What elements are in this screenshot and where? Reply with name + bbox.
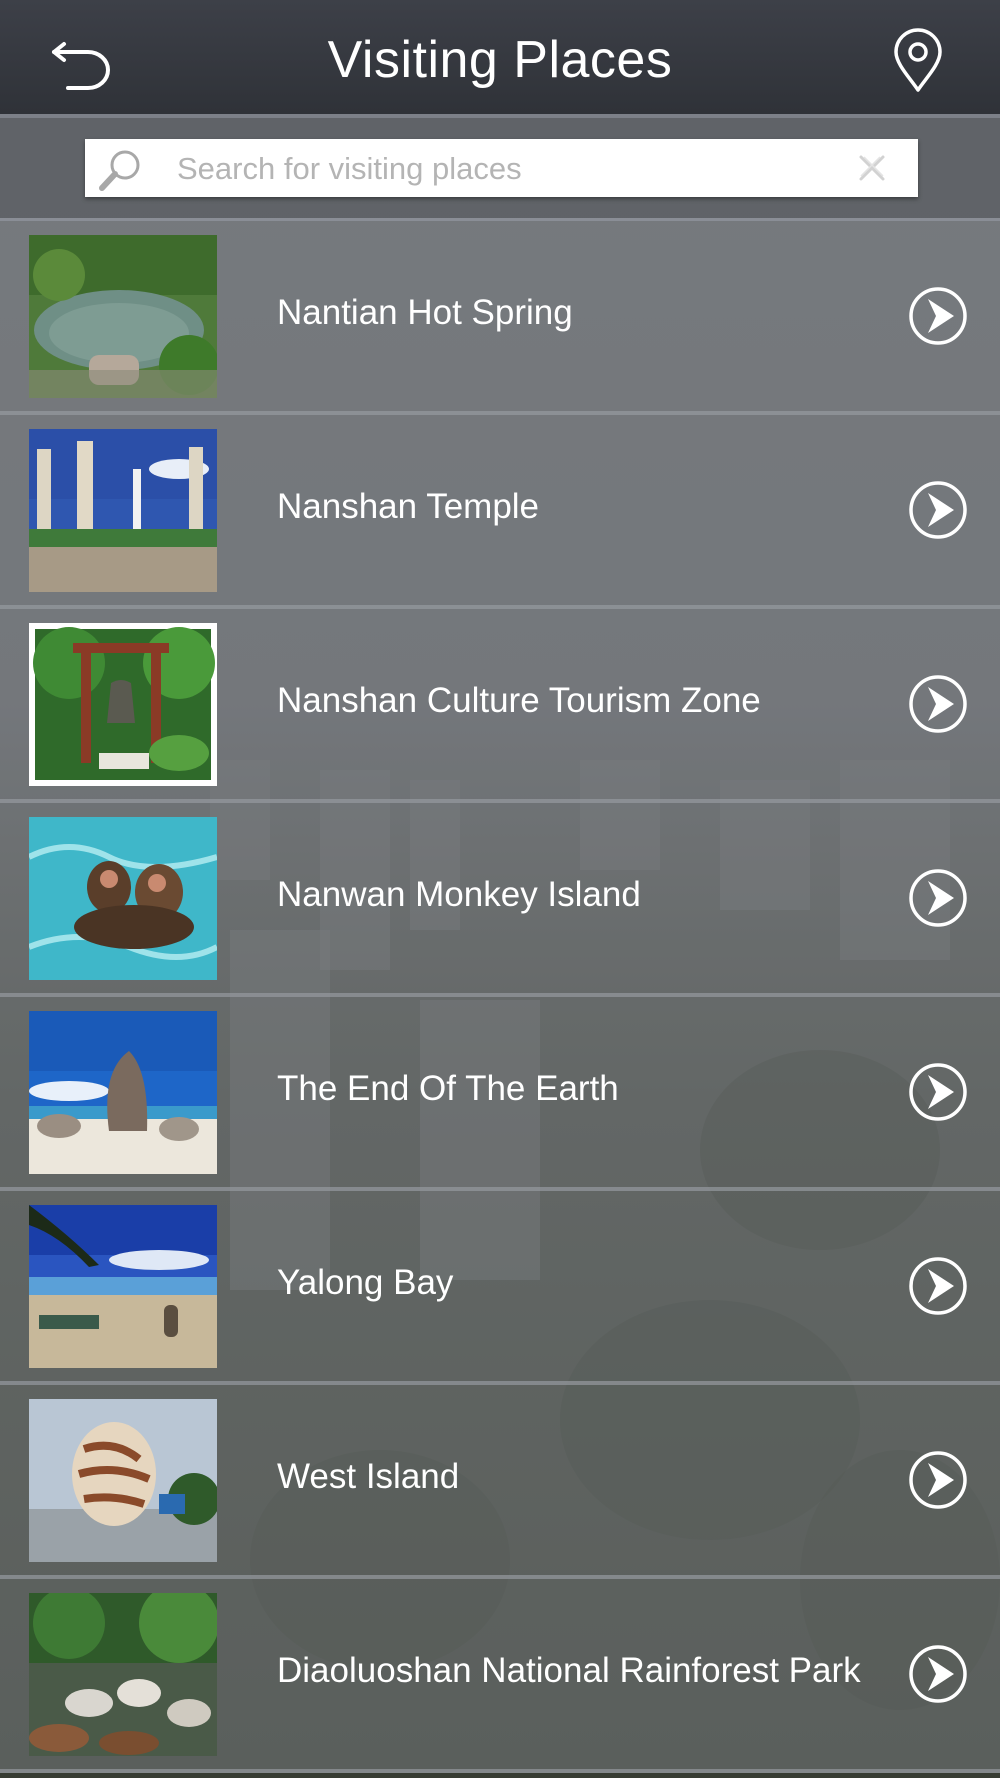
search-input[interactable] xyxy=(175,145,819,193)
chevron-right-icon[interactable] xyxy=(908,480,968,540)
place-thumbnail xyxy=(29,623,217,786)
place-name: Nanshan Temple xyxy=(277,487,540,526)
list-item[interactable]: Nanshan Culture Tourism Zone xyxy=(0,609,1000,803)
clear-search-icon[interactable] xyxy=(855,151,889,185)
map-pin-icon[interactable] xyxy=(890,28,946,92)
chevron-right-icon[interactable] xyxy=(908,868,968,928)
chevron-right-icon[interactable] xyxy=(908,286,968,346)
app-header: Visiting Places xyxy=(0,0,1000,118)
list-item[interactable]: The End Of The Earth xyxy=(0,997,1000,1191)
place-thumbnail xyxy=(29,817,217,980)
place-thumbnail xyxy=(29,1399,217,1562)
place-thumbnail xyxy=(29,1593,217,1756)
chevron-right-icon[interactable] xyxy=(908,1062,968,1122)
place-name: Nanwan Monkey Island xyxy=(277,875,641,914)
chevron-right-icon[interactable] xyxy=(908,674,968,734)
chevron-right-icon[interactable] xyxy=(908,1256,968,1316)
place-thumbnail xyxy=(29,1205,217,1368)
place-name: West Island xyxy=(277,1457,460,1496)
place-name: Nanshan Culture Tourism Zone xyxy=(277,681,761,720)
chevron-right-icon[interactable] xyxy=(908,1644,968,1704)
place-thumbnail xyxy=(29,429,217,592)
search-bar xyxy=(0,118,1000,221)
list-item[interactable]: Yalong Bay xyxy=(0,1191,1000,1385)
chevron-right-icon[interactable] xyxy=(908,1450,968,1510)
list-item[interactable]: Diaoluoshan National Rainforest Park xyxy=(0,1579,1000,1773)
search-box xyxy=(85,139,918,197)
place-name: Diaoluoshan National Rainforest Park xyxy=(277,1651,861,1690)
place-name: The End Of The Earth xyxy=(277,1069,619,1108)
search-icon xyxy=(97,147,143,193)
list-item[interactable]: West Island xyxy=(0,1385,1000,1579)
places-list: Nantian Hot Spring Nanshan Temple Nansha… xyxy=(0,221,1000,1773)
list-item[interactable]: Nanshan Temple xyxy=(0,415,1000,609)
place-thumbnail xyxy=(29,235,217,398)
list-item[interactable]: Nanwan Monkey Island xyxy=(0,803,1000,997)
place-name: Yalong Bay xyxy=(277,1263,454,1302)
place-thumbnail xyxy=(29,1011,217,1174)
page-title: Visiting Places xyxy=(327,31,673,89)
place-name: Nantian Hot Spring xyxy=(277,293,573,332)
list-item[interactable]: Nantian Hot Spring xyxy=(0,221,1000,415)
